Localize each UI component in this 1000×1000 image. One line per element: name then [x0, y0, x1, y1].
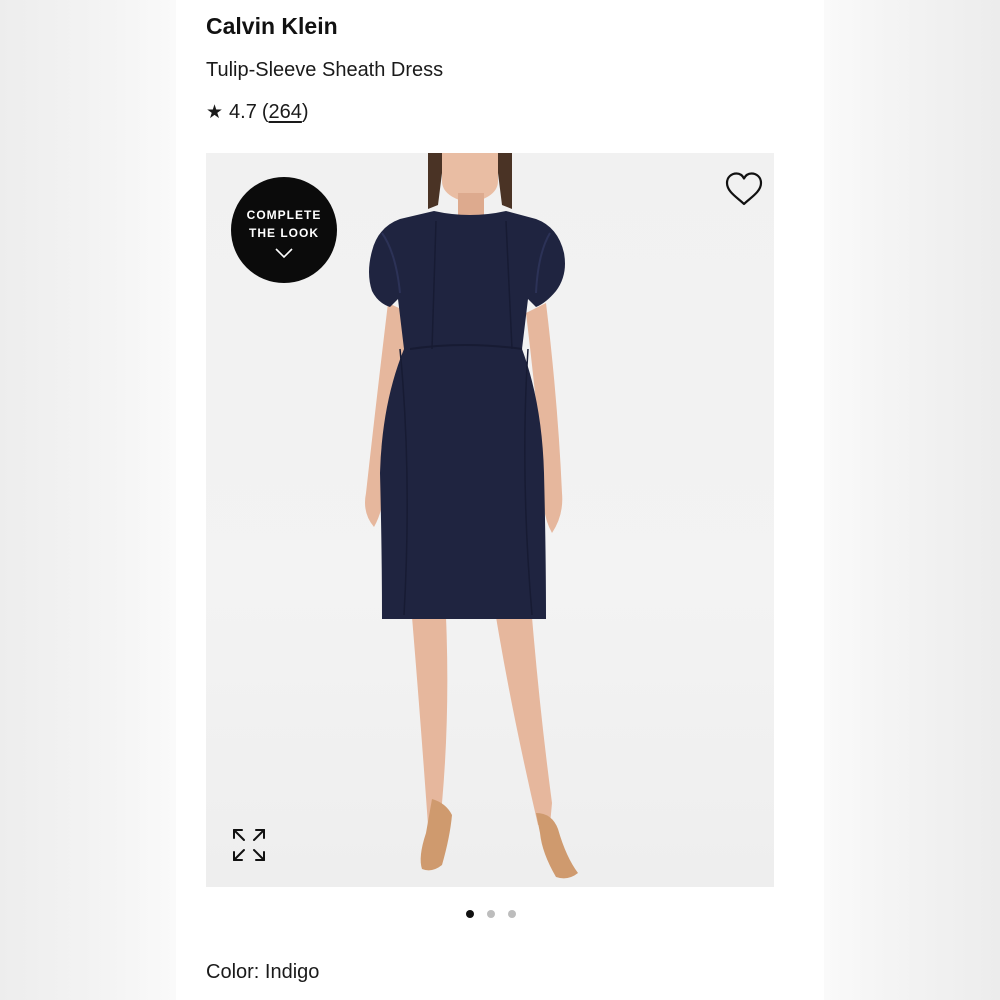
complete-the-look-line1: COMPLETE: [246, 208, 322, 222]
chevron-down-icon: [275, 248, 293, 259]
brand-name[interactable]: Calvin Klein: [206, 13, 338, 40]
expand-arrows-icon[interactable]: [231, 827, 267, 863]
product-image[interactable]: COMPLETE THE LOOK: [206, 153, 774, 887]
complete-the-look-button[interactable]: COMPLETE THE LOOK: [231, 177, 337, 283]
rating-open-paren: (: [261, 101, 269, 123]
rating-close-paren: ): [301, 101, 309, 123]
star-icon: ★: [206, 102, 224, 123]
carousel-dot-1[interactable]: [466, 910, 474, 918]
color-selection-label: Color: Indigo: [206, 961, 320, 983]
review-count-link[interactable]: 264: [269, 101, 302, 124]
carousel-dot-2[interactable]: [487, 910, 495, 918]
carousel-dot-3[interactable]: [508, 910, 516, 918]
complete-the-look-line2: THE LOOK: [249, 226, 319, 240]
heart-outline-icon[interactable]: [724, 171, 764, 207]
product-card: Calvin Klein Tulip-Sleeve Sheath Dress ★…: [176, 0, 824, 1000]
product-title: Tulip-Sleeve Sheath Dress: [206, 59, 444, 81]
carousel-pagination: [466, 910, 516, 918]
product-rating[interactable]: ★ 4.7 ( 264 ): [206, 101, 309, 124]
rating-score: 4.7: [229, 101, 257, 123]
